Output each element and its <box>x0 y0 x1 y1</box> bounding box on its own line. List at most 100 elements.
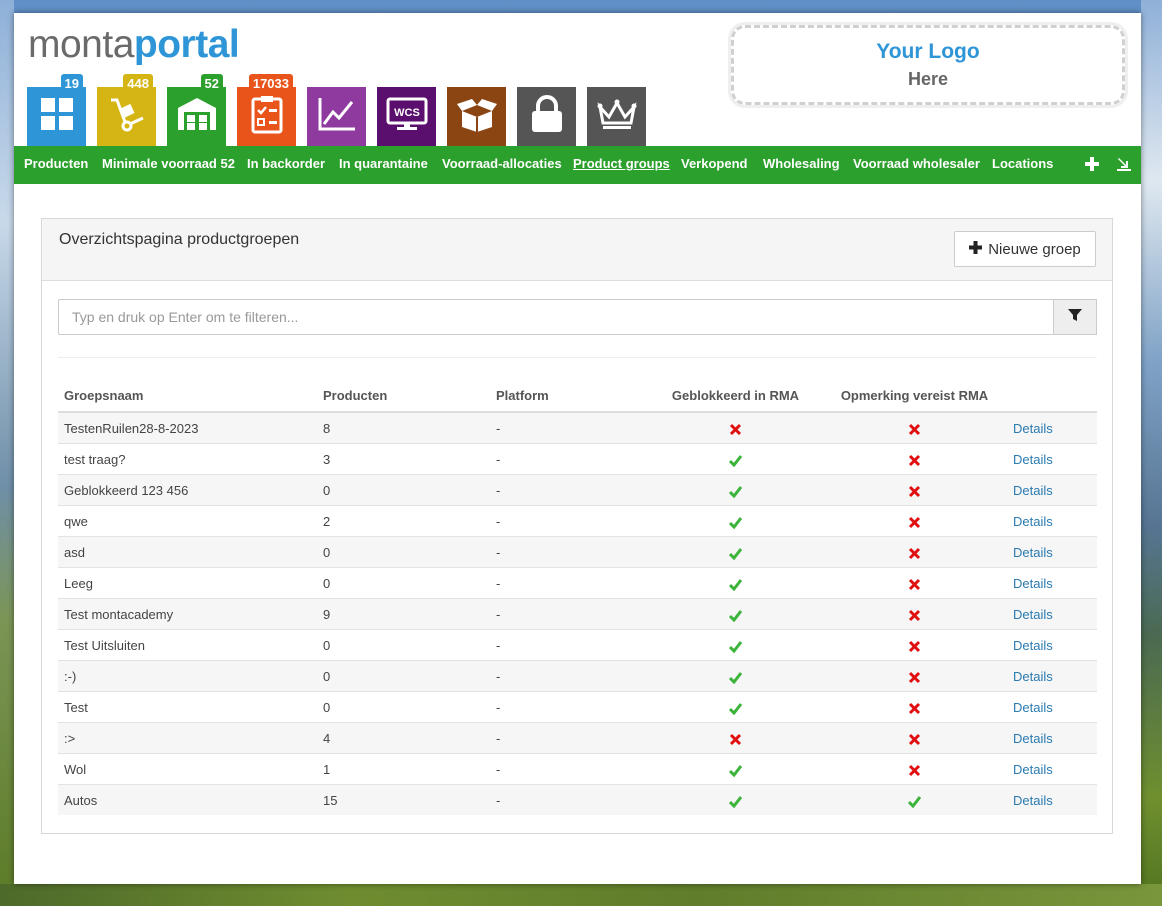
col-groepsnaam[interactable]: Groepsnaam <box>58 379 317 413</box>
filter-button[interactable] <box>1053 299 1097 335</box>
details-link[interactable]: Details <box>1013 731 1053 746</box>
tile-statistics[interactable] <box>307 87 366 146</box>
tile-wcs[interactable]: WCS <box>377 87 436 146</box>
blocked-rma-check-icon <box>649 598 822 630</box>
group-name: Autos <box>58 784 317 815</box>
remark-rma-cross-icon <box>822 536 1007 568</box>
blocked-rma-check-icon <box>649 629 822 661</box>
nav-item-verkopend[interactable]: Verkopend <box>681 146 747 184</box>
product-count: 0 <box>317 691 490 723</box>
warehouse-icon <box>176 96 218 137</box>
tile-returns[interactable] <box>447 87 506 146</box>
tile-security[interactable] <box>517 87 576 146</box>
nav-item-in-quarantaine[interactable]: In quarantaine <box>339 146 428 184</box>
details-link[interactable]: Details <box>1013 700 1053 715</box>
product-count: 1 <box>317 753 490 785</box>
page-title: Overzichtspagina productgroepen <box>59 231 300 248</box>
group-name: Geblokkeerd 123 456 <box>58 474 317 506</box>
details-cell: Details <box>1007 753 1097 785</box>
hand-truck-icon <box>107 94 147 139</box>
details-link[interactable]: Details <box>1013 576 1053 591</box>
nav-item-in-backorder[interactable]: In backorder <box>247 146 325 184</box>
details-link[interactable]: Details <box>1013 483 1053 498</box>
details-link[interactable]: Details <box>1013 762 1053 777</box>
blocked-rma-check-icon <box>649 567 822 599</box>
remark-rma-cross-icon <box>822 505 1007 537</box>
details-link[interactable]: Details <box>1013 793 1053 808</box>
nav-item-minimale-voorraad[interactable]: Minimale voorraad 52 <box>102 146 235 184</box>
blocked-rma-check-icon <box>649 691 822 723</box>
new-group-button[interactable]: Nieuwe groep <box>954 231 1096 267</box>
tile-shipping[interactable]: 448 <box>97 74 156 146</box>
table-row: TestenRuilen28-8-2023 8- Details <box>58 411 1097 444</box>
table-row: Autos 15- Details <box>58 784 1097 815</box>
nav-item-product-groups[interactable]: Product groups <box>573 146 670 184</box>
grid-icon <box>39 96 75 137</box>
download-icon[interactable] <box>1117 157 1131 176</box>
nav-item-voorraad-wholesaler[interactable]: Voorraad wholesaler <box>853 146 980 184</box>
remark-rma-cross-icon <box>822 598 1007 630</box>
platform-value: - <box>490 629 649 661</box>
divider <box>58 357 1097 358</box>
col-actions <box>1007 379 1097 413</box>
details-link[interactable]: Details <box>1013 669 1053 684</box>
product-count: 3 <box>317 443 490 475</box>
remark-rma-cross-icon <box>822 691 1007 723</box>
blocked-rma-check-icon <box>649 784 822 815</box>
tile-badge: 17033 <box>248 74 293 93</box>
nav-item-voorraad-allocaties[interactable]: Voorraad-allocaties <box>442 146 562 184</box>
filter-input[interactable] <box>58 299 1054 335</box>
background-landscape-bottom <box>0 884 1162 906</box>
group-name: :-) <box>58 660 317 692</box>
table-row: Leeg 0- Details <box>58 567 1097 599</box>
product-count: 0 <box>317 567 490 599</box>
table-row: :-) 0- Details <box>58 660 1097 692</box>
details-cell: Details <box>1007 629 1097 661</box>
nav-item-locations[interactable]: Locations <box>992 146 1053 184</box>
blocked-rma-cross-icon <box>649 722 822 754</box>
crown-icon <box>597 97 637 136</box>
details-cell: Details <box>1007 505 1097 537</box>
col-platform[interactable]: Platform <box>490 379 649 413</box>
main-panel: montaportal Your Logo Here 19 448 52 170… <box>14 13 1141 884</box>
filter-icon <box>1068 308 1082 327</box>
tile-warehouse[interactable]: 52 <box>167 74 226 146</box>
blocked-rma-check-icon <box>649 536 822 568</box>
nav-item-wholesaling[interactable]: Wholesaling <box>763 146 840 184</box>
group-name: :> <box>58 722 317 754</box>
remark-rma-cross-icon <box>822 443 1007 475</box>
brand-part-portal: portal <box>133 23 240 66</box>
details-link[interactable]: Details <box>1013 452 1053 467</box>
col-producten[interactable]: Producten <box>317 379 490 413</box>
details-cell: Details <box>1007 411 1097 444</box>
col-opmerking-rma[interactable]: Opmerking vereist RMA <box>822 379 1007 413</box>
details-cell: Details <box>1007 722 1097 754</box>
plus-icon[interactable] <box>1085 157 1099 176</box>
details-link[interactable]: Details <box>1013 421 1053 436</box>
table-row: Wol 1- Details <box>58 753 1097 785</box>
table-row: Test montacademy 9- Details <box>58 598 1097 630</box>
details-link[interactable]: Details <box>1013 514 1053 529</box>
details-link[interactable]: Details <box>1013 545 1053 560</box>
details-link[interactable]: Details <box>1013 638 1053 653</box>
platform-value: - <box>490 474 649 506</box>
details-cell: Details <box>1007 691 1097 723</box>
nav-item-producten[interactable]: Producten <box>24 146 88 184</box>
brand-logo[interactable]: montaportal <box>28 23 240 66</box>
tile-products[interactable]: 19 <box>27 74 86 146</box>
table-row: Geblokkeerd 123 456 0- Details <box>58 474 1097 506</box>
details-link[interactable]: Details <box>1013 607 1053 622</box>
tile-orders[interactable]: 17033 <box>237 74 296 146</box>
blocked-rma-cross-icon <box>649 411 822 444</box>
table-row: asd 0- Details <box>58 536 1097 568</box>
col-geblokkeerd-rma[interactable]: Geblokkeerd in RMA <box>649 379 822 413</box>
remark-rma-cross-icon <box>822 660 1007 692</box>
tile-premium[interactable] <box>587 87 646 146</box>
group-name: Leeg <box>58 567 317 599</box>
platform-value: - <box>490 505 649 537</box>
blocked-rma-check-icon <box>649 660 822 692</box>
details-cell: Details <box>1007 784 1097 815</box>
product-count: 0 <box>317 536 490 568</box>
group-name: Test montacademy <box>58 598 317 630</box>
platform-value: - <box>490 722 649 754</box>
